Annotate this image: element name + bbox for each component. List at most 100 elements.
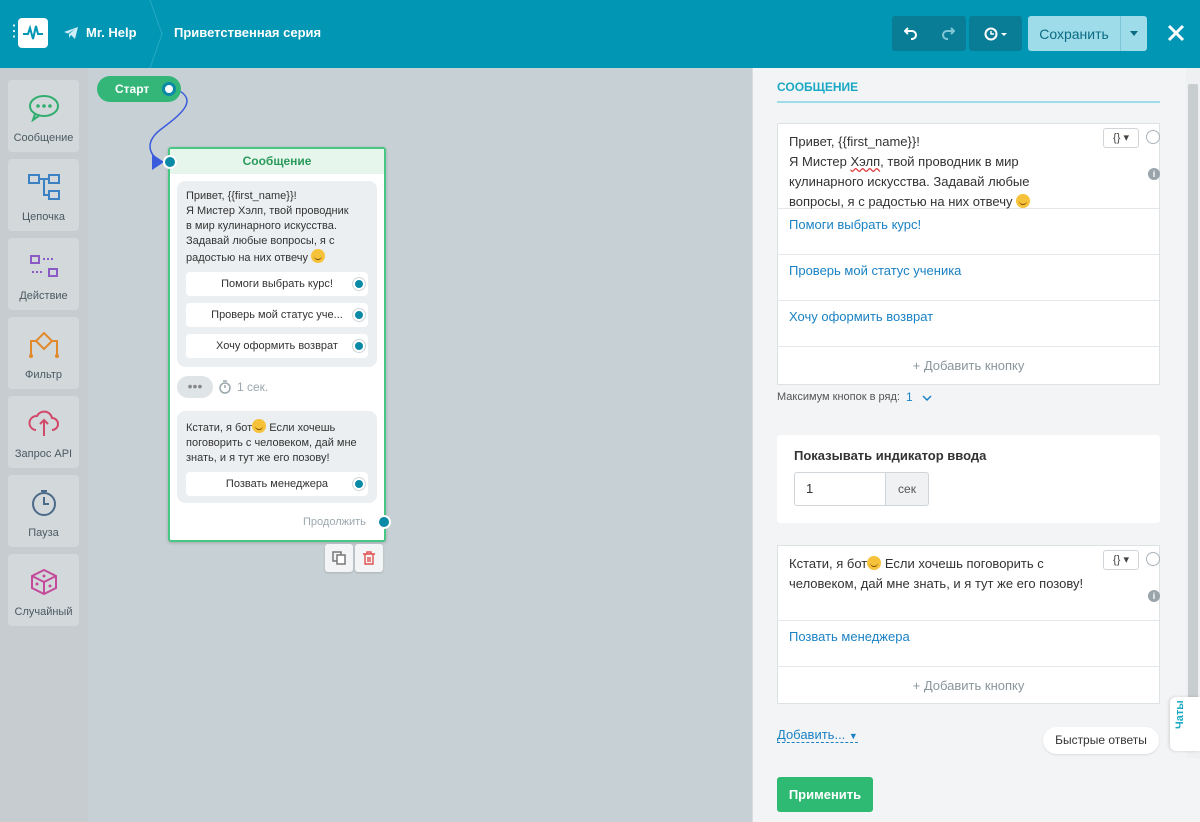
- continue-output-port[interactable]: [377, 515, 391, 529]
- button-output-port[interactable]: [353, 340, 365, 352]
- node-typing-pause[interactable]: ••• 1 сек.: [177, 376, 268, 398]
- save-button[interactable]: Сохранить: [1028, 16, 1120, 51]
- text-line: человеком, дай мне знать, и я тут же его…: [789, 576, 1084, 591]
- node-button-label: Помоги выбрать курс!: [221, 278, 333, 290]
- continue-label: Продолжить: [303, 516, 366, 528]
- variables-label: {}: [1113, 554, 1121, 566]
- node-title: Сообщение: [170, 149, 384, 174]
- smile-emoji-icon: [252, 419, 267, 433]
- pause-duration: 1 сек.: [237, 380, 269, 394]
- text-line: Я Мистер Хэлп, твой проводник: [186, 205, 349, 217]
- text-fragment: Кстати, я бот: [789, 556, 868, 571]
- emoji-picker-icon[interactable]: [1146, 130, 1160, 144]
- variables-label: {}: [1113, 132, 1121, 144]
- close-icon: [1167, 24, 1185, 42]
- message-editor-1: Привет, {{first_name}}! Я Мистер Хэлп, т…: [777, 123, 1160, 385]
- text-line: Кстати, я бот Если хочешь поговорить с: [789, 554, 1099, 574]
- scrollbar-thumb[interactable]: [1188, 84, 1198, 734]
- text-line: в мир кулинарного искусства.: [186, 220, 337, 232]
- max-buttons-select[interactable]: 1: [906, 390, 932, 404]
- typing-duration-input[interactable]: 1: [794, 472, 886, 506]
- message-button[interactable]: Хочу оформить возврат: [778, 300, 1159, 346]
- max-buttons-row: Максимум кнопок в ряд: 1: [777, 390, 932, 404]
- text-line: Задавай любые вопросы, я с: [186, 235, 335, 247]
- smile-emoji-icon: [311, 249, 326, 263]
- node-button-label: Позвать менеджера: [225, 478, 329, 490]
- button-output-port[interactable]: [353, 478, 365, 490]
- history-button[interactable]: [969, 16, 1022, 51]
- typing-indicator-card: Показывать индикатор ввода 1 сек: [777, 435, 1160, 523]
- chats-tab[interactable]: Чаты: [1170, 697, 1200, 751]
- duplicate-node-button[interactable]: [325, 544, 353, 572]
- button-output-port[interactable]: [353, 278, 365, 290]
- smile-emoji-icon: [1016, 194, 1031, 208]
- save-button-group: Сохранить: [1028, 16, 1147, 51]
- emoji-picker-icon[interactable]: [1146, 552, 1160, 566]
- node-button-label: Проверь мой статус уче...: [211, 309, 343, 321]
- typing-dots-icon: •••: [177, 376, 213, 398]
- chevron-down-icon: [922, 395, 932, 402]
- typing-duration-unit: сек: [885, 472, 929, 506]
- text-fragment: Если хочешь поговорить с: [881, 556, 1044, 571]
- node-message-2[interactable]: Кстати, я бот Если хочешь поговорить с ч…: [177, 411, 377, 503]
- quick-replies-button[interactable]: Быстрые ответы: [1043, 727, 1159, 754]
- text-line: радостью на них отвечу: [186, 252, 308, 264]
- timer-icon: [219, 380, 231, 394]
- text-fragment: вопросы, я с радостью на них отвечу: [789, 194, 1013, 209]
- max-buttons-value: 1: [905, 390, 913, 404]
- info-icon[interactable]: i: [1148, 590, 1160, 602]
- save-options-button[interactable]: [1120, 16, 1147, 51]
- node-message-1[interactable]: Привет, {{first_name}}! Я Мистер Хэлп, т…: [177, 181, 377, 367]
- text-line: знать, и я тут же его позову!: [186, 452, 330, 464]
- message-textarea-1[interactable]: Привет, {{first_name}}! Я Мистер Хэлп, т…: [778, 124, 1160, 209]
- panel-scrollbar[interactable]: [1186, 68, 1200, 758]
- smile-emoji-icon: [867, 556, 882, 570]
- text-line: Если хочешь: [266, 422, 336, 434]
- message-button[interactable]: Проверь мой статус ученика: [778, 254, 1159, 300]
- message-editor-2: Кстати, я бот Если хочешь поговорить с ч…: [777, 545, 1160, 704]
- spellcheck-word: Хэлп: [850, 154, 881, 169]
- insert-variable-button[interactable]: {} ▾: [1103, 128, 1139, 148]
- message-textarea-2[interactable]: Кстати, я бот Если хочешь поговорить с ч…: [778, 546, 1160, 620]
- undo-icon: [903, 26, 917, 40]
- text-fragment: , твой проводник в мир: [880, 154, 1019, 169]
- undo-redo-group: [892, 16, 966, 51]
- chevron-down-icon: [1130, 31, 1138, 36]
- trash-icon: [363, 551, 375, 565]
- node-button-label: Хочу оформить возврат: [216, 340, 338, 352]
- add-content-dropdown[interactable]: Добавить... ▼: [777, 727, 858, 743]
- text-line: кулинарного искусства. Задавай любые: [789, 174, 1030, 189]
- apply-button[interactable]: Применить: [777, 777, 873, 812]
- close-button[interactable]: [1162, 19, 1190, 47]
- node-button[interactable]: Помоги выбрать курс!: [186, 272, 368, 296]
- redo-icon: [941, 26, 955, 40]
- panel-section-title: СООБЩЕНИЕ: [777, 80, 859, 94]
- node-message-2-text: Кстати, я бот Если хочешь поговорить с ч…: [177, 411, 377, 466]
- text-line: Я Мистер Хэлп, твой проводник в мир: [789, 152, 1099, 172]
- node-input-port[interactable]: [163, 155, 177, 169]
- message-button[interactable]: Помоги выбрать курс!: [778, 208, 1159, 254]
- node-button[interactable]: Проверь мой статус уче...: [186, 303, 368, 327]
- undo-button[interactable]: [892, 16, 929, 51]
- add-button-link[interactable]: + Добавить кнопку: [778, 346, 1159, 386]
- max-buttons-label: Максимум кнопок в ряд:: [777, 391, 900, 403]
- text-line: Кстати, я бот: [186, 422, 253, 434]
- text-line: Привет, {{first_name}}!: [789, 134, 920, 149]
- redo-button[interactable]: [929, 16, 966, 51]
- button-output-port[interactable]: [353, 309, 365, 321]
- history-icon: [984, 27, 1007, 40]
- text-fragment: Я Мистер: [789, 154, 851, 169]
- flow-editor: { "header": { "bot_name": "Mr. Help", "f…: [0, 0, 1200, 822]
- node-message-1-text: Привет, {{first_name}}! Я Мистер Хэлп, т…: [177, 181, 377, 266]
- node-button[interactable]: Хочу оформить возврат: [186, 334, 368, 358]
- chats-tab-label: Чаты: [1174, 700, 1186, 729]
- info-icon[interactable]: i: [1148, 168, 1160, 180]
- message-button[interactable]: Позвать менеджера: [778, 620, 1159, 666]
- insert-variable-button[interactable]: {} ▾: [1103, 550, 1139, 570]
- text-line: Привет, {{first_name}}!: [186, 190, 297, 202]
- start-output-port[interactable]: [162, 82, 176, 96]
- delete-node-button[interactable]: [355, 544, 383, 572]
- add-button-link[interactable]: + Добавить кнопку: [778, 666, 1159, 706]
- copy-icon: [332, 551, 346, 565]
- node-button[interactable]: Позвать менеджера: [186, 472, 368, 496]
